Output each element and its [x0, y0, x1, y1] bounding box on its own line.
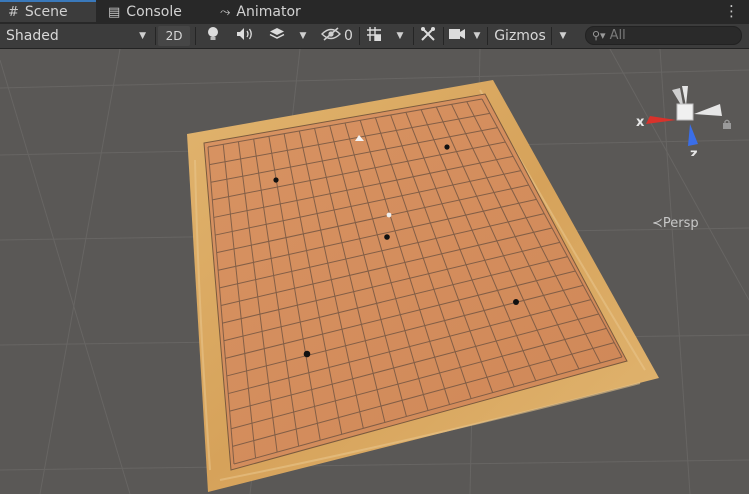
white-stone — [386, 212, 392, 218]
axis-z-cone-icon — [688, 124, 698, 146]
animator-icon: ⤳ — [220, 4, 231, 20]
axis-x-label: x — [636, 115, 645, 130]
hidden-eye-icon — [321, 27, 342, 45]
grid-dropdown[interactable]: ▼ — [390, 26, 410, 46]
scene-viewport[interactable]: x z ≺Persp — [0, 49, 749, 494]
scene-visibility-button[interactable]: 0 — [317, 26, 357, 46]
grid-icon: # — [8, 4, 19, 20]
axis-neg-x-cone-icon — [694, 104, 722, 116]
tab-console[interactable]: ▤ Console — [108, 0, 182, 24]
tab-animator[interactable]: ⤳ Animator — [220, 0, 301, 24]
lightbulb-icon — [206, 26, 220, 46]
gizmos-button[interactable]: Gizmos — [490, 26, 550, 46]
tools-icon — [420, 26, 436, 46]
camera-button[interactable] — [446, 26, 468, 46]
console-icon: ▤ — [108, 4, 121, 20]
projection-toggle[interactable]: ≺Persp — [652, 216, 699, 231]
lighting-toggle-button[interactable] — [199, 26, 227, 46]
camera-icon — [448, 28, 466, 44]
black-stone — [303, 350, 311, 358]
perspective-icon: ≺ — [652, 216, 663, 231]
2d-toggle-label: 2D — [165, 29, 183, 43]
shading-mode-value: Shaded — [6, 28, 59, 44]
black-stone — [513, 299, 519, 305]
audio-toggle-button[interactable] — [231, 26, 259, 46]
axis-x-cone-icon — [646, 116, 676, 124]
search-icon: ⚲▾ — [592, 29, 606, 42]
divider — [359, 27, 360, 45]
axis-z-label: z — [690, 147, 698, 156]
divider — [551, 27, 552, 45]
divider — [413, 27, 414, 45]
projection-label: Persp — [662, 216, 699, 231]
lock-icon[interactable] — [722, 114, 732, 129]
layers-icon — [269, 27, 285, 45]
gizmos-label: Gizmos — [494, 28, 546, 44]
chevron-down-icon: ▼ — [473, 31, 481, 41]
chevron-down-icon: ▼ — [559, 31, 567, 41]
divider — [487, 27, 488, 45]
gizmo-center-cube — [676, 103, 694, 121]
divider — [443, 27, 444, 45]
speaker-icon — [236, 27, 254, 45]
chevron-down-icon: ▼ — [139, 31, 146, 41]
grid-snap-icon — [366, 26, 382, 46]
tab-scene[interactable]: # Scene — [0, 0, 96, 22]
tab-console-label: Console — [126, 4, 182, 20]
tools-button[interactable] — [416, 26, 440, 46]
tab-scene-label: Scene — [24, 4, 68, 20]
window-tab-bar: # Scene ▤ Console ⤳ Animator ⋮ — [0, 0, 749, 25]
axis-y-cone-icon — [682, 86, 688, 106]
chevron-down-icon: ▼ — [396, 31, 404, 41]
black-stone — [384, 234, 390, 240]
hidden-object-count: 0 — [344, 28, 353, 44]
effects-dropdown[interactable]: ▼ — [293, 26, 313, 46]
divider — [195, 27, 196, 45]
more-options-icon[interactable]: ⋮ — [724, 2, 739, 20]
black-stone — [273, 177, 279, 183]
effects-toggle-button[interactable] — [263, 26, 291, 46]
gizmos-dropdown[interactable]: ▼ — [553, 26, 573, 46]
divider — [155, 27, 156, 45]
2d-toggle-button[interactable]: 2D — [158, 26, 190, 46]
camera-dropdown[interactable]: ▼ — [468, 26, 486, 46]
shading-mode-dropdown[interactable]: Shaded ▼ — [0, 26, 152, 46]
tab-animator-label: Animator — [236, 4, 301, 20]
orientation-gizmo[interactable]: x z — [636, 76, 736, 156]
chevron-down-icon: ▼ — [299, 31, 307, 41]
grid-snap-button[interactable] — [362, 26, 386, 46]
search-placeholder: All — [609, 28, 626, 43]
scene-search-input[interactable]: ⚲▾ All — [585, 26, 742, 45]
black-stone — [444, 144, 450, 150]
